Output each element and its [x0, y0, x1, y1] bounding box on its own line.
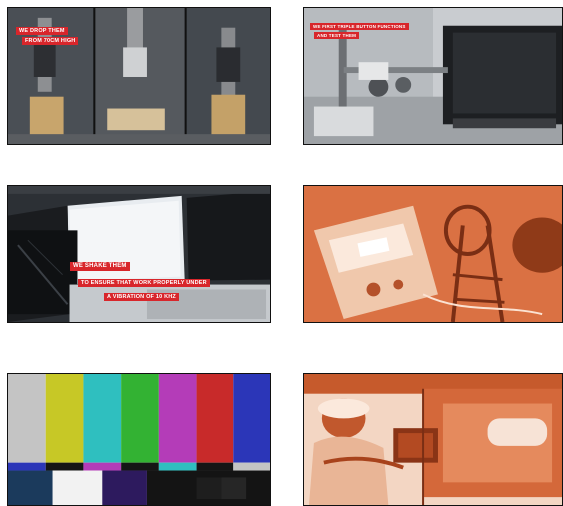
video-thumbnail-button-test[interactable]: WE FIRST TRIPLE BUTTON FUNCTIONS AND TES… — [303, 7, 563, 145]
video-thumbnail-vibration-test[interactable]: WE SHAKE THEM TO ENSURE THAT WORK PROPER… — [7, 185, 271, 323]
video-thumbnail-meter-test[interactable] — [303, 185, 563, 323]
inspection-image — [304, 374, 562, 505]
caption-line: FROM 70CM HIGH — [22, 37, 79, 46]
caption-line: WE DROP THEM — [16, 27, 68, 36]
vibration-test-image — [8, 186, 270, 322]
color-bars-image — [8, 374, 270, 505]
caption-line: TO ENSURE THAT WORK PROPERLY UNDER — [78, 279, 210, 288]
video-thumbnail-inspection[interactable] — [303, 373, 563, 506]
caption-line: WE FIRST TRIPLE BUTTON FUNCTIONS — [310, 23, 409, 31]
video-thumbnail-color-bars[interactable] — [7, 373, 271, 506]
video-thumbnail-drop-test[interactable]: WE DROP THEM FROM 70CM HIGH — [7, 7, 271, 145]
caption-line: WE SHAKE THEM — [70, 262, 130, 271]
caption-line: A VIBRATION OF 10 KHZ — [104, 293, 179, 302]
caption-line: AND TEST THEM — [314, 32, 360, 40]
meter-test-image — [304, 186, 562, 322]
